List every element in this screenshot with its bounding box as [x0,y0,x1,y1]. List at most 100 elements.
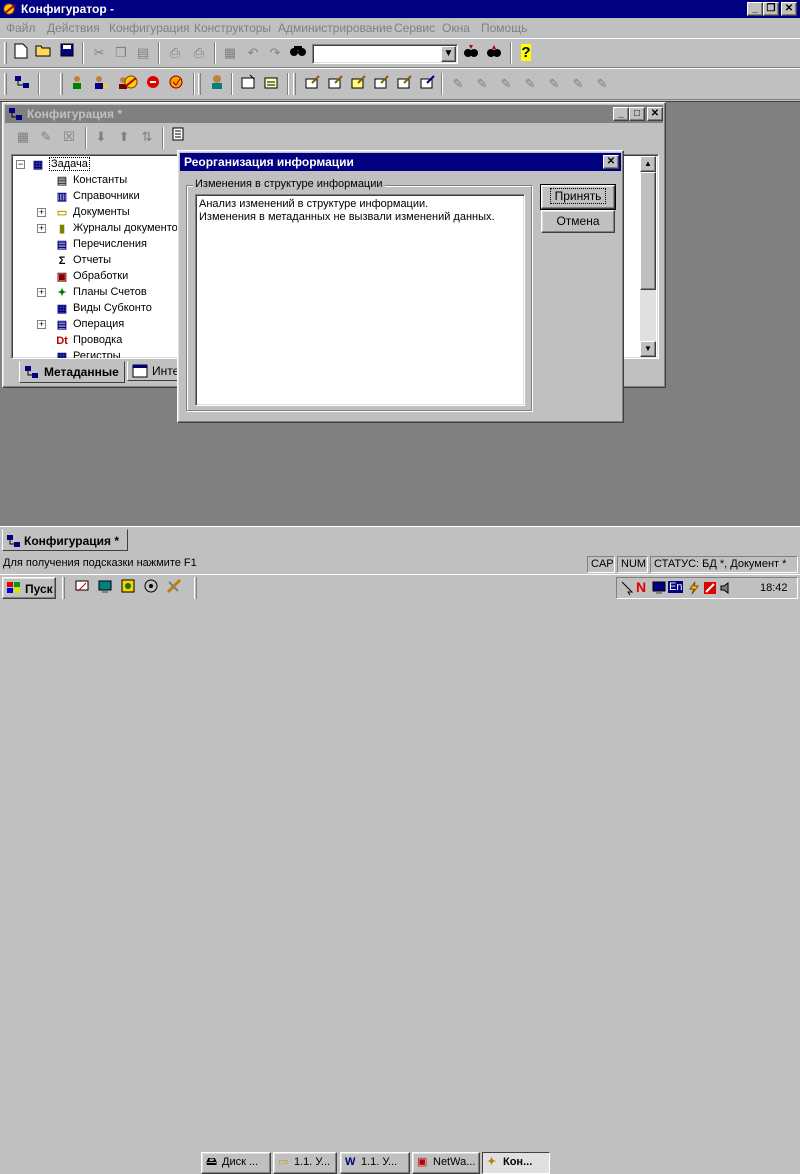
wizard-7-icon[interactable]: ✎ [568,74,588,94]
clock[interactable]: 18:42 [760,582,788,594]
menu-windows[interactable]: Окна [442,21,470,35]
edit-object-icon[interactable]: ✎ [36,127,56,147]
start-button[interactable]: Пуск [2,577,56,599]
task-folder[interactable]: ▭ 1.1. У... [273,1152,337,1174]
accept-button[interactable]: Принять [540,184,616,210]
wizard-2-icon[interactable]: ✎ [448,74,468,94]
form-icon[interactable] [238,74,258,94]
1c-icon[interactable] [141,578,161,598]
config-close-button[interactable]: ✕ [647,107,663,121]
edit-2-icon[interactable] [302,74,322,94]
toolbar-grip[interactable] [198,73,201,95]
wizard-4-icon[interactable]: ✎ [496,74,516,94]
stop-icon[interactable] [121,74,141,94]
move-down-icon[interactable]: ⬇ [91,127,111,147]
move-up-icon[interactable]: ⬆ [114,127,134,147]
search-combo[interactable]: ▼ [312,44,458,64]
scroll-thumb[interactable] [640,172,656,290]
tree-scrollbar[interactable]: ▲ ▼ [640,156,656,357]
task-configurator[interactable]: ✦ Кон... [482,1152,550,1174]
syntax-icon[interactable] [166,74,186,94]
print-icon[interactable]: ⎙ [165,43,185,63]
wizard-8-icon[interactable]: ✎ [592,74,612,94]
redo-icon[interactable]: ↷ [265,43,285,63]
menu-administration[interactable]: Администрирование [278,21,392,35]
wizard-6-icon[interactable]: ✎ [544,74,564,94]
changes-textbox[interactable]: Анализ изменений в структуре информации.… [195,194,525,406]
toolbar-grip[interactable] [4,73,7,95]
config-maximize-button[interactable]: □ [629,107,645,121]
norton-icon[interactable]: N [636,579,646,595]
antivirus-icon[interactable] [703,581,717,598]
rights-icon[interactable] [90,74,110,94]
properties-icon[interactable]: ▦ [220,43,240,63]
menu-configuration[interactable]: Конфигурация [109,21,190,35]
wizard-5-icon[interactable]: ✎ [520,74,540,94]
combo-dropdown-button[interactable]: ▼ [441,46,456,62]
undo-icon[interactable]: ↶ [243,43,263,63]
config-minimize-button[interactable]: _ [613,107,629,121]
edit-4-icon[interactable] [348,74,368,94]
edit-1-icon[interactable] [261,74,281,94]
find-prev-icon[interactable] [484,43,504,63]
close-button[interactable]: ✕ [781,2,797,16]
dialog-close-button[interactable]: ✕ [603,155,619,169]
edit-5-icon[interactable] [371,74,391,94]
cancel-button[interactable]: Отмена [541,210,615,233]
task-disk[interactable]: 🖴 Диск ... [201,1152,271,1174]
config-check-icon[interactable] [143,74,163,94]
menu-actions[interactable]: Действия [47,21,100,35]
desktop-icon[interactable] [72,578,92,598]
module-icon[interactable] [207,74,227,94]
structure-icon[interactable] [12,74,32,94]
task-netware[interactable]: ▣ NetWa... [412,1152,480,1174]
find-icon[interactable] [288,43,308,63]
find-next-icon[interactable] [461,43,481,63]
scroll-up-button[interactable]: ▲ [640,156,656,172]
expand-icon[interactable]: + [37,208,46,217]
expand-icon[interactable]: + [37,288,46,297]
menu-constructors[interactable]: Конструкторы [194,21,271,35]
arrow-icon[interactable] [620,580,634,599]
expand-icon[interactable]: + [37,320,46,329]
dialog-titlebar[interactable]: Реорганизация информации ✕ [180,153,621,171]
sort-icon[interactable]: ⇅ [137,127,157,147]
config-window-titlebar[interactable]: Конфигурация * _ □ ✕ [5,105,663,123]
restore-button[interactable]: ❐ [763,2,779,16]
toolbar-grip[interactable] [4,42,7,64]
app-titlebar[interactable]: Конфигуратор - _ ❐ ✕ [0,0,800,18]
new-document-icon[interactable] [11,43,31,63]
scroll-down-button[interactable]: ▼ [640,341,656,357]
description-icon[interactable] [168,127,188,147]
help-icon[interactable]: ? [516,43,536,63]
toolbar-grip[interactable] [293,73,296,95]
monitor-icon[interactable] [652,581,666,598]
task-word[interactable]: W 1.1. У... [340,1152,410,1174]
volume-icon[interactable] [719,581,733,598]
wizard-3-icon[interactable]: ✎ [472,74,492,94]
open-folder-icon[interactable] [34,43,54,63]
minimize-button[interactable]: _ [747,2,763,16]
cut-icon[interactable]: ✂ [89,43,109,63]
edit-6-icon[interactable] [394,74,414,94]
expand-icon[interactable]: + [37,224,46,233]
menu-service[interactable]: Сервис [394,21,435,35]
menu-file[interactable]: Файл [6,21,36,35]
edit-3-icon[interactable] [325,74,345,94]
window-tab-config[interactable]: Конфигурация * [2,529,128,551]
tools-icon[interactable] [164,578,184,598]
delete-object-icon[interactable]: ☒ [59,127,79,147]
users-icon[interactable] [67,74,87,94]
menu-help[interactable]: Помощь [481,21,527,35]
copy-icon[interactable]: ❐ [111,43,131,63]
paste-icon[interactable]: ▤ [133,43,153,63]
collapse-icon[interactable]: − [16,160,25,169]
save-icon[interactable] [57,43,77,63]
configurator-icon[interactable] [2,1,18,17]
outlook-icon[interactable] [118,578,138,598]
print-preview-icon[interactable]: ⎙ [189,43,209,63]
add-object-icon[interactable]: ▦ [13,127,33,147]
tab-metadata[interactable]: Метаданные [19,361,125,383]
power-icon[interactable] [687,581,701,598]
explorer-icon[interactable] [95,578,115,598]
